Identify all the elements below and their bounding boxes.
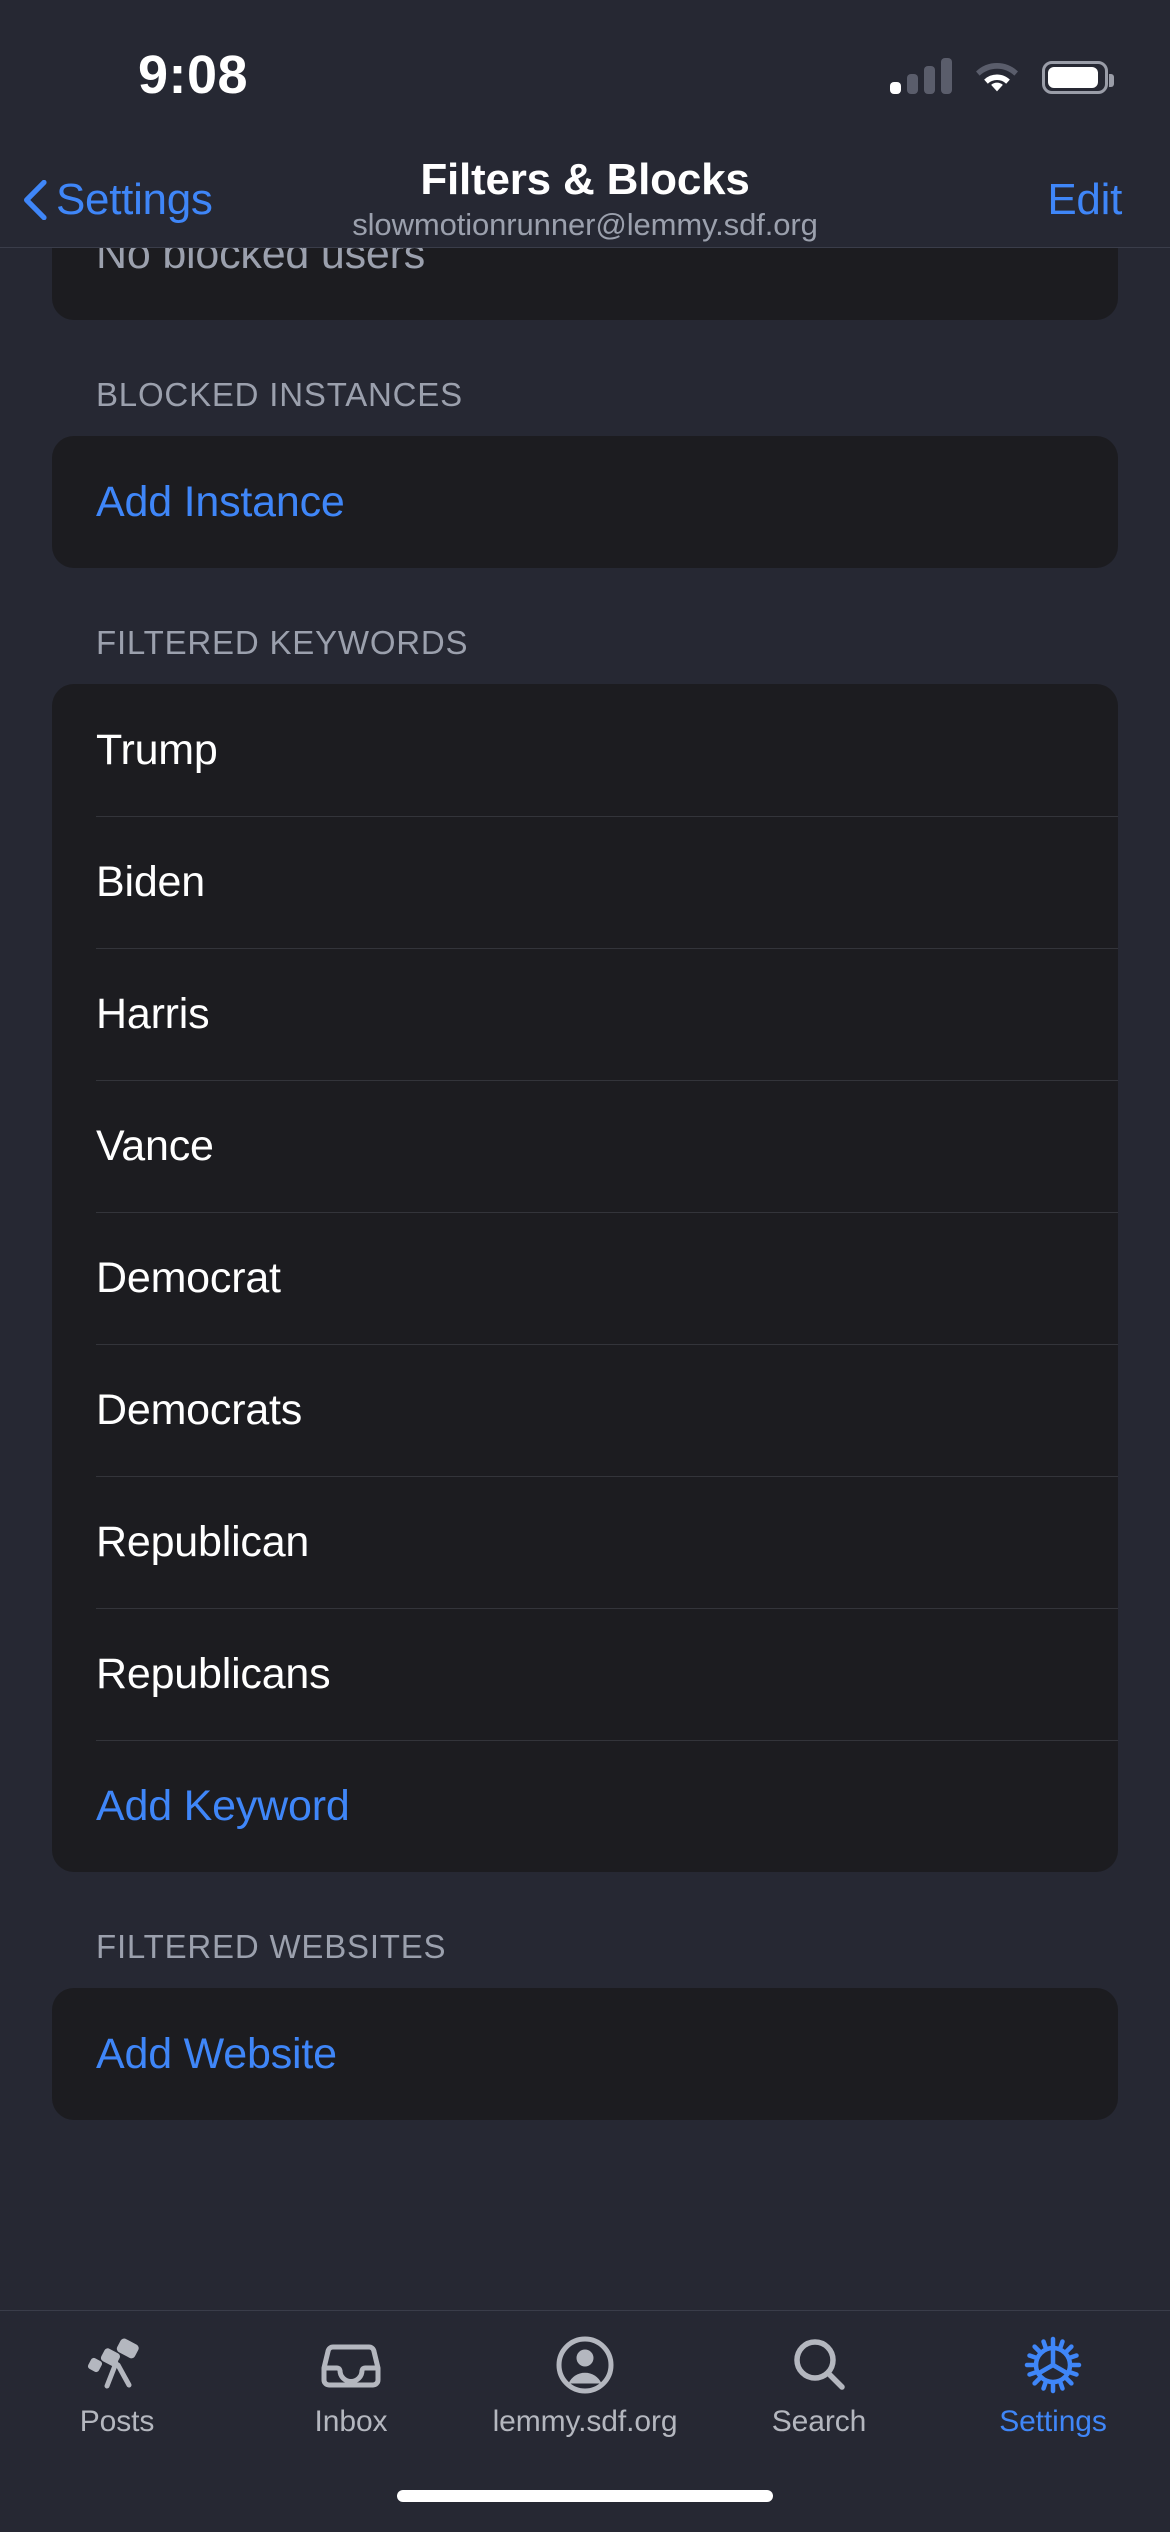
keyword-row[interactable]: Democrat xyxy=(52,1212,1118,1344)
tab-settings-label: Settings xyxy=(999,2404,1107,2438)
home-indicator[interactable] xyxy=(397,2490,773,2502)
keyword-row[interactable]: Biden xyxy=(52,816,1118,948)
add-keyword-button[interactable]: Add Keyword xyxy=(52,1740,1118,1872)
wifi-icon xyxy=(976,63,1018,92)
telescope-icon xyxy=(87,2338,139,2388)
blocked-users-card: No blocked users xyxy=(52,248,1118,320)
settings-scroll-view[interactable]: No blocked users BLOCKED INSTANCES Add I… xyxy=(0,248,1170,2310)
keyword-label: Republican xyxy=(96,1517,310,1566)
tab-inbox-label: Inbox xyxy=(314,2404,388,2438)
add-website-button[interactable]: Add Website xyxy=(52,1988,1118,2120)
person-circle-icon xyxy=(556,2336,614,2393)
tab-settings[interactable]: Settings xyxy=(936,2311,1170,2460)
keyword-row[interactable]: Harris xyxy=(52,948,1118,1080)
page-subtitle: slowmotionrunner@lemmy.sdf.org xyxy=(352,207,818,243)
keyword-row[interactable]: Vance xyxy=(52,1080,1118,1212)
gear-icon xyxy=(1024,2336,1082,2393)
magnifying-glass-icon xyxy=(794,2338,845,2390)
tab-account-label: lemmy.sdf.org xyxy=(492,2404,678,2438)
keyword-row[interactable]: Democrats xyxy=(52,1344,1118,1476)
status-bar-clock: 9:08 xyxy=(138,45,249,105)
chevron-left-icon xyxy=(24,179,47,220)
edit-button[interactable]: Edit xyxy=(1047,175,1122,225)
tab-posts[interactable]: Posts xyxy=(0,2311,234,2460)
keyword-label: Republicans xyxy=(96,1649,331,1698)
tab-search[interactable]: Search xyxy=(702,2311,936,2460)
keyword-label: Vance xyxy=(96,1121,214,1170)
navigation-bar: Settings Filters & Blocks slowmotionrunn… xyxy=(0,152,1170,248)
keyword-row[interactable]: Republicans xyxy=(52,1608,1118,1740)
tab-inbox[interactable]: Inbox xyxy=(234,2311,468,2460)
blocked-instances-card: Add Instance xyxy=(52,436,1118,568)
keyword-label: Biden xyxy=(96,857,205,906)
back-button-label: Settings xyxy=(56,174,213,224)
page-title: Filters & Blocks xyxy=(420,154,750,204)
filtered-keywords-card: Trump Biden Harris Vance Democrat Democr… xyxy=(52,684,1118,1872)
keyword-row[interactable]: Republican xyxy=(52,1476,1118,1608)
add-instance-label: Add Instance xyxy=(96,477,345,526)
tab-search-label: Search xyxy=(771,2404,867,2438)
status-bar-indicators xyxy=(890,48,1114,94)
tab-bar: Posts Inbox lemmy.sdf.org Search Setting… xyxy=(0,2310,1170,2460)
blocked-users-empty-row: No blocked users xyxy=(52,248,1118,320)
filtered-keywords-header: FILTERED KEYWORDS xyxy=(96,624,469,661)
keyword-label: Trump xyxy=(96,725,218,774)
filtered-websites-card: Add Website xyxy=(52,1988,1118,2120)
add-website-label: Add Website xyxy=(96,2029,337,2078)
keyword-label: Democrat xyxy=(96,1253,281,1302)
blocked-instances-header: BLOCKED INSTANCES xyxy=(96,376,463,413)
tray-icon xyxy=(321,2344,381,2387)
back-button[interactable]: Settings xyxy=(20,175,213,225)
keyword-row[interactable]: Trump xyxy=(52,684,1118,816)
tab-account[interactable]: lemmy.sdf.org xyxy=(468,2311,702,2460)
cellular-signal-icon xyxy=(890,58,952,94)
add-keyword-label: Add Keyword xyxy=(96,1781,350,1830)
status-bar: 9:08 xyxy=(0,0,1170,152)
blocked-users-empty-label: No blocked users xyxy=(96,248,426,278)
nav-title-group: Filters & Blocks slowmotionrunner@lemmy.… xyxy=(265,156,905,244)
filtered-websites-header: FILTERED WEBSITES xyxy=(96,1928,447,1965)
battery-icon xyxy=(1042,61,1114,94)
add-instance-button[interactable]: Add Instance xyxy=(52,436,1118,568)
keyword-label: Harris xyxy=(96,989,210,1038)
keyword-label: Democrats xyxy=(96,1385,303,1434)
home-indicator-area xyxy=(0,2460,1170,2532)
tab-posts-label: Posts xyxy=(79,2404,155,2438)
phone-screen: 9:08 Settings Filters & Blocks slowmotio… xyxy=(0,0,1170,2532)
